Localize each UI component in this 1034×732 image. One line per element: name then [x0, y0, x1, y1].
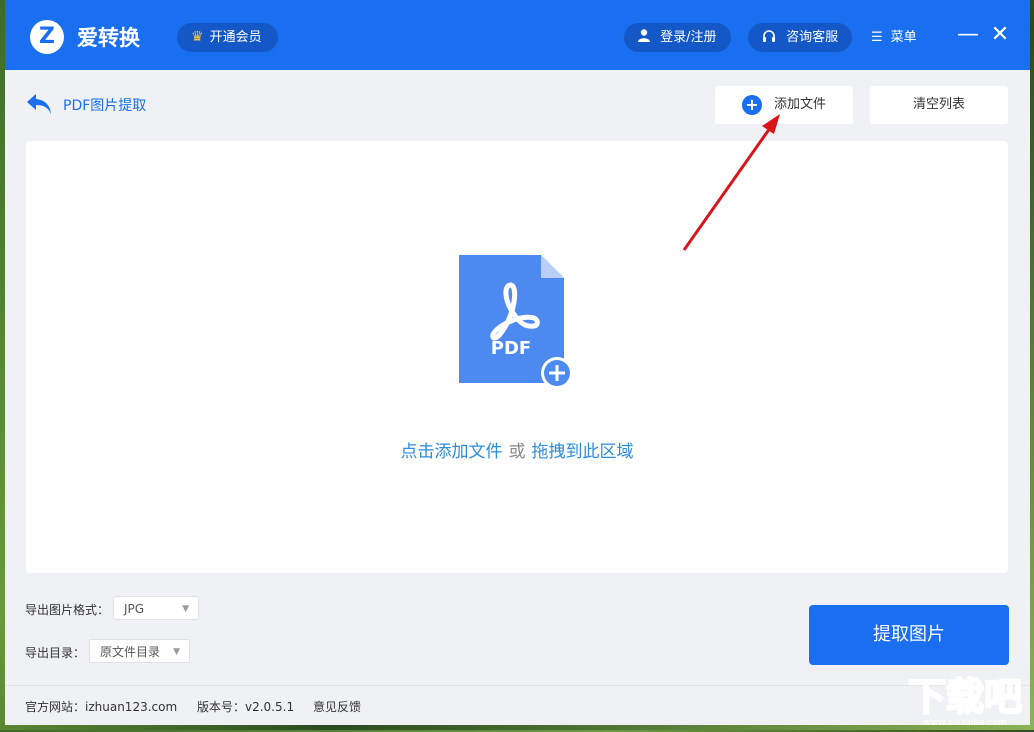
watermark-url: www.xiazaiba.com [923, 718, 1007, 728]
watermark-text: 下载吧 [908, 675, 1022, 719]
annotation-arrow [682, 114, 780, 251]
site-watermark: 下载吧 www.xiazaiba.com [900, 668, 1030, 728]
